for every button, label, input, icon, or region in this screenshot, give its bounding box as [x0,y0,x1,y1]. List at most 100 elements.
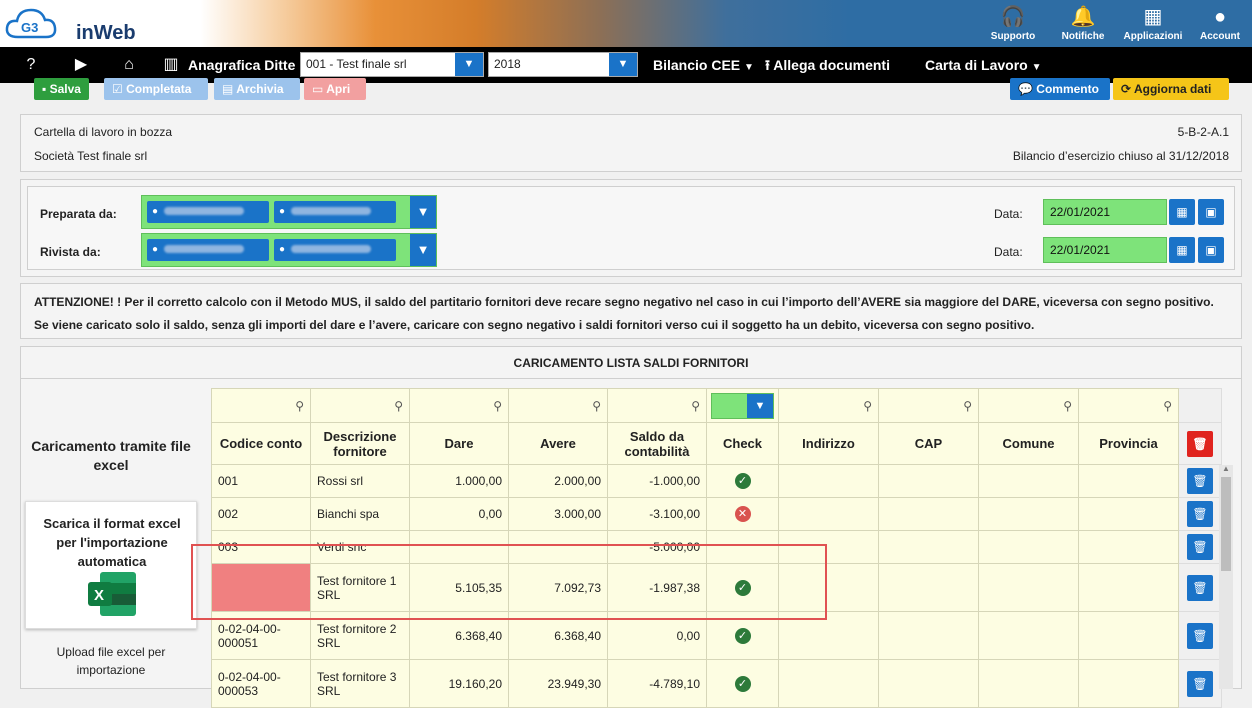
delete-row-button[interactable]: 🗑 [1178,611,1222,660]
col-check[interactable]: Check [706,422,779,465]
cell-comune[interactable] [978,464,1079,498]
search-icon[interactable]: ⚲ [1078,388,1179,423]
search-icon[interactable]: ⚲ [409,388,509,423]
col-avere[interactable]: Avere [508,422,608,465]
cell-comune[interactable] [978,530,1079,564]
cell-dare[interactable] [409,530,509,564]
col-codice-conto[interactable]: Codice conto [211,422,311,465]
bilancio-cee-menu[interactable]: Bilancio CEE ▼ [653,47,754,83]
table-row[interactable]: 0-02-04-00-000053 Test fornitore 3 SRL 1… [211,659,1222,708]
cell-avere[interactable] [508,530,608,564]
save-button[interactable]: ▪ Salva [34,78,89,100]
calendar-today-icon[interactable]: ▣ [1198,199,1224,225]
search-icon[interactable]: ⚲ [607,388,707,423]
aggiorna-dati-button[interactable]: ⟳ Aggiorna dati [1113,78,1229,100]
cell-descrizione[interactable]: Test fornitore 2 SRL [310,611,410,660]
cell-saldo[interactable]: -3.100,00 [607,497,707,531]
cell-provincia[interactable] [1078,497,1179,531]
cell-provincia[interactable] [1078,530,1179,564]
col-dare[interactable]: Dare [409,422,509,465]
person-chip[interactable]: ● [274,239,396,261]
apri-button[interactable]: ▭ Apri [304,78,366,100]
cell-saldo[interactable]: -4.789,10 [607,659,707,708]
search-icon[interactable]: ⚲ [310,388,410,423]
scrollbar-thumb[interactable] [1221,477,1231,571]
person-chip[interactable]: ● [147,239,269,261]
cell-indirizzo[interactable] [778,530,879,564]
cell-comune[interactable] [978,497,1079,531]
table-row[interactable]: 001 Rossi srl 1.000,00 2.000,00 -1.000,0… [211,464,1222,498]
col-comune[interactable]: Comune [978,422,1079,465]
table-row[interactable]: 002 Bianchi spa 0,00 3.000,00 -3.100,00 … [211,497,1222,531]
delete-row-button[interactable]: 🗑 [1178,530,1222,564]
cell-provincia[interactable] [1078,659,1179,708]
search-icon[interactable]: ⚲ [978,388,1079,423]
cell-avere[interactable]: 6.368,40 [508,611,608,660]
cell-indirizzo[interactable] [778,464,879,498]
cell-provincia[interactable] [1078,464,1179,498]
cell-comune[interactable] [978,563,1079,612]
cell-provincia[interactable] [1078,563,1179,612]
col-saldo[interactable]: Saldo da contabilità [607,422,707,465]
cell-cap[interactable] [878,464,979,498]
col-indirizzo[interactable]: Indirizzo [778,422,879,465]
cell-codice[interactable]: 002 [211,497,311,531]
cell-dare[interactable]: 19.160,20 [409,659,509,708]
cell-cap[interactable] [878,530,979,564]
cell-indirizzo[interactable] [778,611,879,660]
calendar-today-icon[interactable]: ▣ [1198,237,1224,263]
search-icon[interactable]: ⚲ [508,388,608,423]
table-scrollbar[interactable]: ▲ [1219,465,1233,689]
cell-codice[interactable]: 0-02-04-00-000051 [211,611,311,660]
calendar-icon[interactable]: ▦ [1169,199,1195,225]
company-select[interactable]: 001 - Test finale srl ▼ [300,52,484,77]
cell-codice[interactable]: 003 [211,530,311,564]
cell-dare[interactable]: 6.368,40 [409,611,509,660]
delete-all-button[interactable]: 🗑 [1178,422,1222,465]
chevron-down-icon[interactable]: ▼ [747,393,773,418]
person-chip[interactable]: ● [274,201,396,223]
chevron-down-icon[interactable]: ▼ [410,196,436,228]
cell-indirizzo[interactable] [778,497,879,531]
check-filter[interactable]: ▼ [706,388,779,423]
cell-avere[interactable]: 7.092,73 [508,563,608,612]
delete-row-button[interactable]: 🗑 [1178,563,1222,612]
support-button[interactable]: 🎧 Supporto [978,3,1048,42]
scroll-up-icon[interactable]: ▲ [1221,465,1231,473]
download-template-card[interactable]: Scarica il format excel per l'importazio… [25,501,197,629]
rivista-select[interactable]: ● ● ▼ [141,233,437,267]
col-provincia[interactable]: Provincia [1078,422,1179,465]
cell-descrizione[interactable]: Rossi srl [310,464,410,498]
allega-documenti-link[interactable]: ⭱ Allega documenti [765,47,890,83]
apps-button[interactable]: ▦ Applicazioni [1118,3,1188,42]
cell-descrizione[interactable]: Test fornitore 3 SRL [310,659,410,708]
cell-saldo[interactable]: -1.987,38 [607,563,707,612]
cell-dare[interactable]: 0,00 [409,497,509,531]
person-chip[interactable]: ● [147,201,269,223]
table-row-highlighted[interactable]: Test fornitore 1 SRL 5.105,35 7.092,73 -… [211,563,1222,612]
cell-dare[interactable]: 1.000,00 [409,464,509,498]
cell-saldo[interactable]: 0,00 [607,611,707,660]
search-icon[interactable]: ⚲ [878,388,979,423]
cell-cap[interactable] [878,659,979,708]
calendar-icon[interactable]: ▦ [1169,237,1195,263]
cell-codice[interactable]: 0-02-04-00-000053 [211,659,311,708]
archivia-button[interactable]: ▤ Archivia [214,78,300,100]
cell-descrizione[interactable]: Bianchi spa [310,497,410,531]
notifications-button[interactable]: 🔔 Notifiche [1048,3,1118,42]
cell-provincia[interactable] [1078,611,1179,660]
commento-button[interactable]: 💬 Commento [1010,78,1110,100]
account-button[interactable]: ● Account [1188,3,1252,42]
cell-cap[interactable] [878,563,979,612]
data-rivista-input[interactable]: 22/01/2021 [1043,237,1167,263]
chevron-down-icon[interactable]: ▼ [609,53,637,76]
cell-avere[interactable]: 23.949,30 [508,659,608,708]
data-preparata-input[interactable]: 22/01/2021 [1043,199,1167,225]
cell-cap[interactable] [878,497,979,531]
search-icon[interactable]: ⚲ [778,388,879,423]
cell-descrizione[interactable]: Verdi snc [310,530,410,564]
cell-saldo[interactable]: -1.000,00 [607,464,707,498]
table-row[interactable]: 003 Verdi snc -5.000,00 🗑 [211,530,1222,564]
cell-indirizzo[interactable] [778,563,879,612]
completata-button[interactable]: ☑ Completata [104,78,208,100]
